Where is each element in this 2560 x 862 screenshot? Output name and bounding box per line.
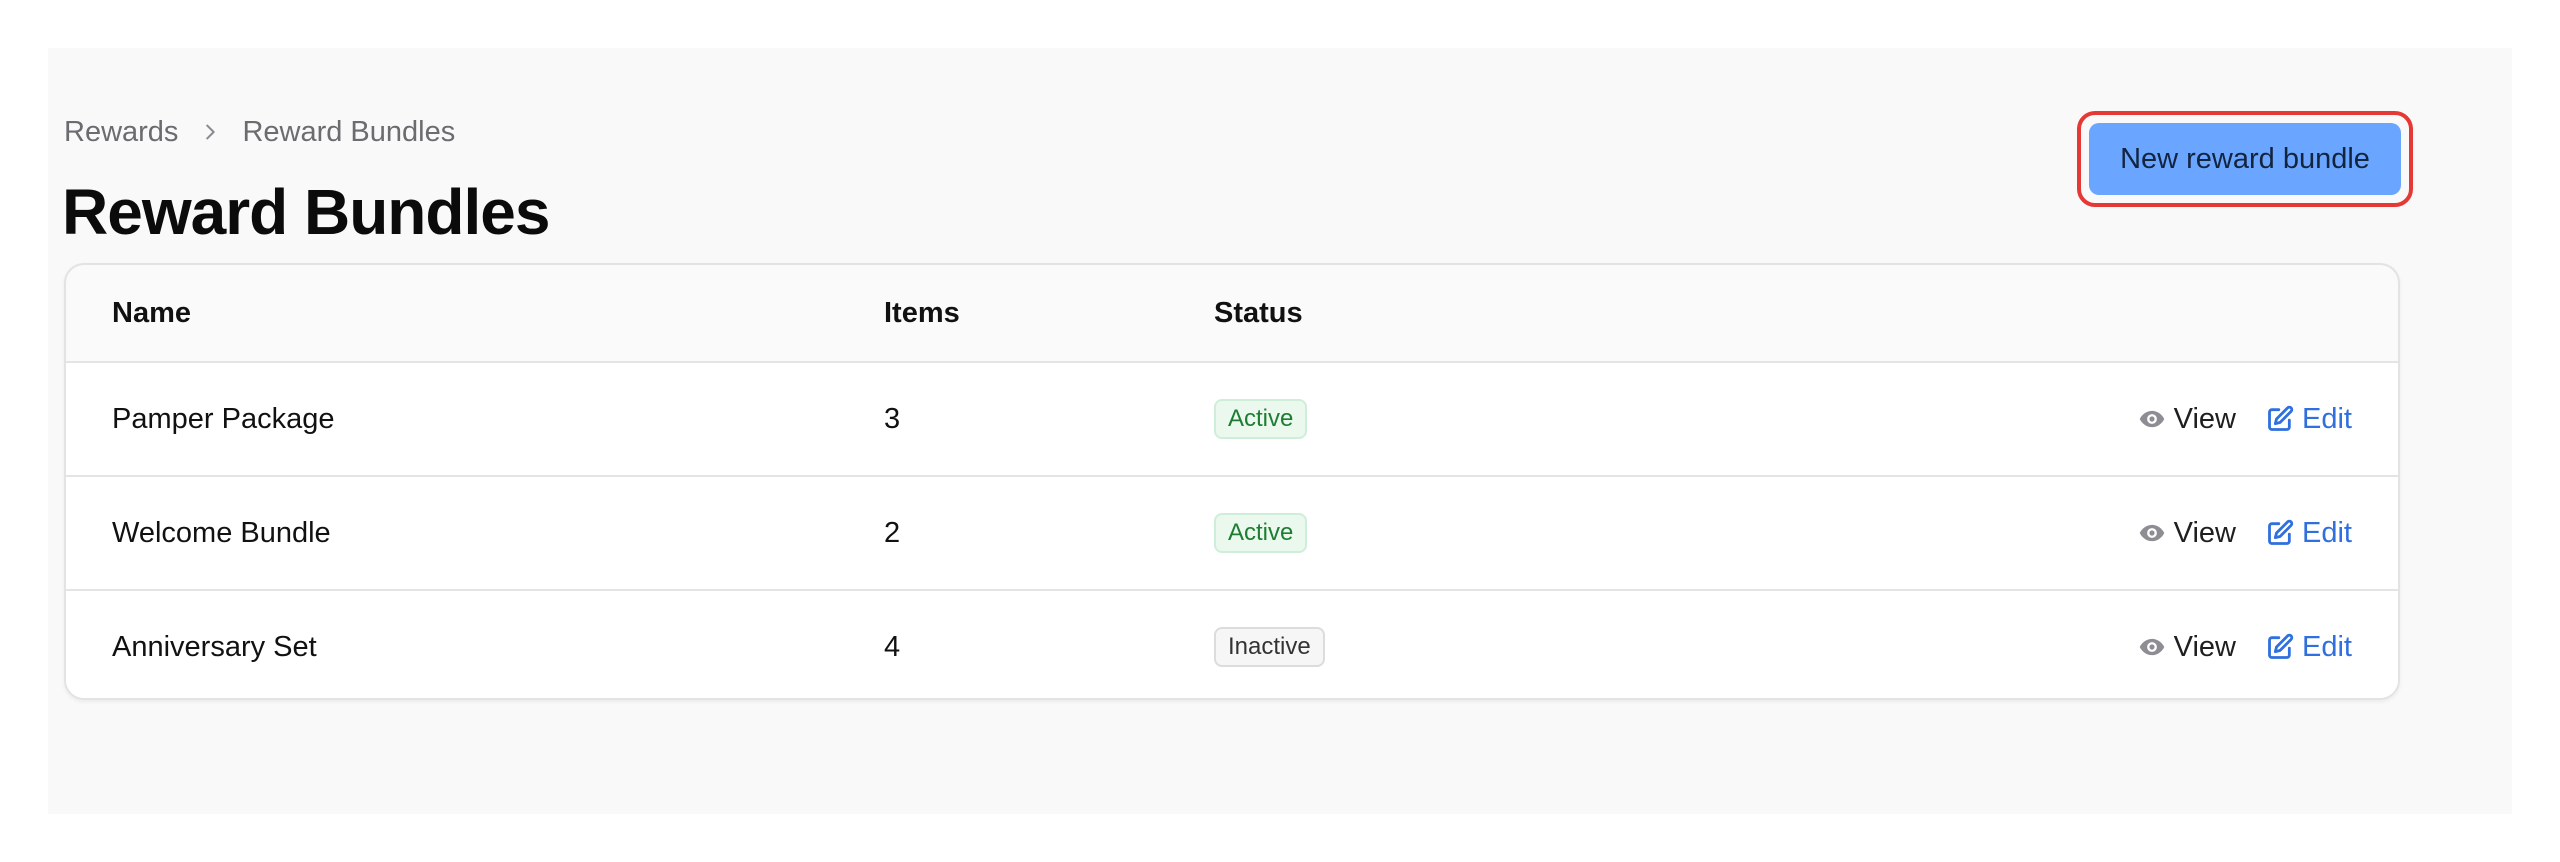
bundle-items-count: 4 bbox=[884, 630, 901, 663]
row-actions: View Edit bbox=[2138, 477, 2352, 589]
bundle-name: Anniversary Set bbox=[112, 630, 317, 663]
bundle-items-count: 2 bbox=[884, 516, 901, 549]
edit-button[interactable]: Edit bbox=[2266, 631, 2352, 664]
edit-button[interactable]: Edit bbox=[2266, 517, 2352, 550]
row-actions: View Edit bbox=[2138, 363, 2352, 475]
breadcrumb-item-reward-bundles: Reward Bundles bbox=[242, 115, 456, 148]
status-cell: Active bbox=[1214, 477, 1308, 589]
edit-icon bbox=[2268, 405, 2294, 431]
status-cell: Active bbox=[1214, 363, 1308, 475]
view-button[interactable]: View bbox=[2138, 631, 2236, 664]
bundle-name: Pamper Package bbox=[112, 402, 335, 435]
eye-icon bbox=[2139, 410, 2164, 428]
status-badge: Active bbox=[1214, 399, 1308, 439]
breadcrumb: Rewards Reward Bundles bbox=[64, 114, 455, 150]
edit-label: Edit bbox=[2302, 516, 2352, 549]
chevron-right-icon bbox=[190, 121, 230, 143]
reward-bundles-table: Name Items Status Pamper Package 3 Activ… bbox=[64, 263, 2400, 700]
breadcrumb-item-rewards[interactable]: Rewards bbox=[64, 116, 178, 149]
table-row: Welcome Bundle 2 Active View Edit bbox=[66, 475, 2398, 589]
edit-button[interactable]: Edit bbox=[2266, 403, 2352, 436]
table-row: Anniversary Set 4 Inactive View Edit bbox=[66, 589, 2398, 698]
bundle-name: Welcome Bundle bbox=[112, 516, 331, 549]
eye-icon bbox=[2139, 524, 2164, 542]
edit-icon bbox=[2268, 633, 2294, 659]
view-button[interactable]: View bbox=[2138, 517, 2236, 550]
status-badge: Active bbox=[1214, 513, 1308, 553]
status-cell: Inactive bbox=[1214, 591, 1325, 698]
row-actions: View Edit bbox=[2138, 591, 2352, 698]
view-button[interactable]: View bbox=[2138, 403, 2236, 436]
edit-label: Edit bbox=[2302, 630, 2352, 663]
view-label: View bbox=[2173, 402, 2237, 435]
table-header-row: Name Items Status bbox=[66, 265, 2398, 361]
edit-icon bbox=[2268, 519, 2294, 545]
column-header-status: Status bbox=[1214, 296, 1303, 329]
new-reward-bundle-highlight: New reward bundle bbox=[2077, 111, 2413, 207]
column-header-name: Name bbox=[112, 296, 191, 329]
status-badge: Inactive bbox=[1214, 627, 1325, 667]
eye-icon bbox=[2139, 638, 2164, 656]
page-title: Reward Bundles bbox=[62, 176, 550, 248]
column-header-items: Items bbox=[884, 296, 960, 329]
view-label: View bbox=[2173, 516, 2237, 549]
new-reward-bundle-button[interactable]: New reward bundle bbox=[2089, 123, 2401, 195]
edit-label: Edit bbox=[2302, 402, 2352, 435]
view-label: View bbox=[2173, 630, 2237, 663]
bundle-items-count: 3 bbox=[884, 402, 901, 435]
table-row: Pamper Package 3 Active View Edit bbox=[66, 361, 2398, 475]
